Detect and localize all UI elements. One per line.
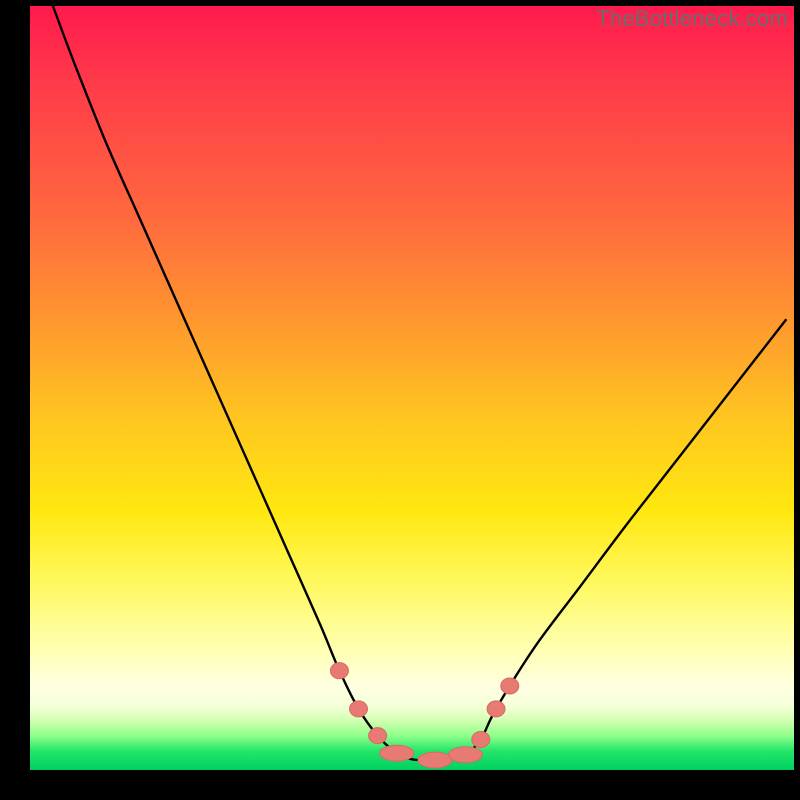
- curve-markers: [330, 663, 518, 768]
- curve-marker: [418, 752, 452, 768]
- watermark-text: TheBottleneck.com: [596, 6, 788, 32]
- curve-layer: [30, 6, 794, 770]
- curve-marker: [369, 728, 387, 744]
- curve-marker: [472, 731, 490, 747]
- curve-marker: [380, 745, 414, 761]
- curve-marker: [501, 678, 519, 694]
- curve-marker: [350, 701, 368, 717]
- chart-frame: TheBottleneck.com: [0, 0, 800, 800]
- bottleneck-curve: [53, 6, 786, 760]
- curve-marker: [330, 663, 348, 679]
- plot-area: [30, 6, 794, 770]
- curve-marker: [448, 747, 482, 763]
- curve-marker: [487, 701, 505, 717]
